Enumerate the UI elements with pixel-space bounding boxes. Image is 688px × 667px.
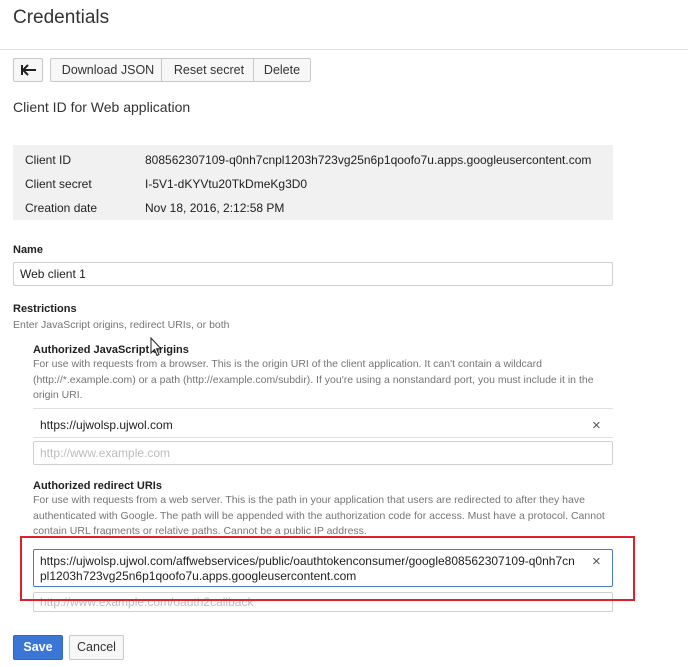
js-origins-help: For use with requests from a browser. Th…	[33, 358, 594, 401]
client-type-heading: Client ID for Web application	[13, 99, 191, 115]
mouse-cursor-icon	[150, 337, 162, 357]
js-origins-label: Authorized JavaScript origins	[33, 344, 189, 356]
client-secret-value: I-5V1-dKYVtu20TkDmeKg3D0	[145, 177, 308, 191]
redirect-uri-input[interactable]: https://ujwolsp.ujwol.com/affwebservices…	[33, 549, 613, 587]
js-origin-input[interactable]: http://www.example.com	[33, 441, 613, 465]
client-info-box: Client ID 808562307109-q0nh7cnpl1203h723…	[13, 145, 613, 220]
title-divider	[0, 49, 688, 50]
client-secret-label: Client secret	[25, 177, 92, 191]
remove-origin-icon[interactable]: ×	[592, 418, 601, 433]
redirect-uris-help: For use with requests from a web server.…	[33, 494, 605, 535]
client-id-value: 808562307109-q0nh7cnpl1203h723vg25n6p1qo…	[145, 153, 592, 167]
delete-button[interactable]: Delete	[253, 58, 311, 82]
name-input[interactable]: Web client 1	[13, 262, 613, 286]
client-id-label: Client ID	[25, 153, 72, 167]
back-button[interactable]	[13, 58, 43, 82]
download-json-button[interactable]: Download JSON	[50, 58, 166, 82]
page-title: Credentials	[13, 7, 110, 28]
back-arrow-icon	[21, 64, 36, 76]
restrictions-label: Restrictions	[13, 303, 77, 315]
redirect-uri-new-input[interactable]: http://www.example.com/oauth2callback	[33, 592, 613, 612]
origins-divider-bottom	[33, 437, 613, 438]
reset-secret-button[interactable]: Reset secret	[161, 58, 257, 82]
redirect-uri-value: https://ujwolsp.ujwol.com/affwebservices…	[40, 554, 575, 583]
creation-date-value: Nov 18, 2016, 2:12:58 PM	[145, 201, 285, 215]
cancel-button[interactable]: Cancel	[69, 635, 124, 660]
remove-redirect-icon[interactable]: ×	[592, 554, 601, 569]
js-origin-value: https://ujwolsp.ujwol.com	[40, 418, 173, 432]
creation-date-label: Creation date	[25, 201, 98, 215]
origins-divider-top	[33, 408, 613, 409]
name-label: Name	[13, 244, 43, 256]
restrictions-description: Enter JavaScript origins, redirect URIs,…	[13, 319, 230, 331]
redirect-uris-label: Authorized redirect URIs	[33, 480, 162, 492]
save-button[interactable]: Save	[13, 635, 63, 660]
